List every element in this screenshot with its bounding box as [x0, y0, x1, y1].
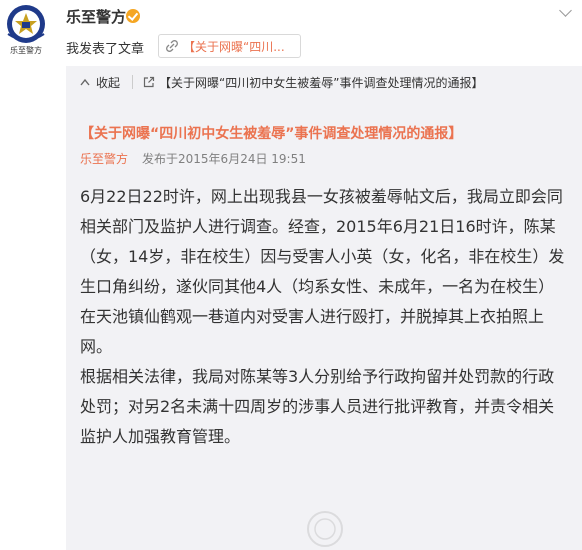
article-line: 处罚；对另2名未满十四周岁的涉事人员进行批评教育，并责令相关 — [80, 397, 555, 416]
article-line: 监护人加强教育管理。 — [80, 427, 241, 446]
external-link-icon — [143, 76, 155, 88]
article-line: 生口角纠纷，遂伙同其他4人（均系女性、未成年，一名为在校生） — [80, 277, 555, 296]
card-toolbar: 收起 【关于网曝“四川初中女生被羞辱”事件调查处理情况的通报】 — [66, 66, 582, 98]
article-card: 收起 【关于网曝“四川初中女生被羞辱”事件调查处理情况的通报】 【关于网曝“四川… — [66, 66, 582, 550]
article-line: （女，14岁，非在校生）因与受害人小英（女，化名，非在校生）发 — [80, 247, 565, 266]
article-author[interactable]: 乐至警方 — [80, 152, 128, 166]
post-action-text: 我发表了文章 — [66, 42, 145, 57]
toolbar-divider — [132, 75, 134, 89]
article-link-chip[interactable]: 【关于网曝“四川... — [158, 34, 301, 58]
article-link-label: 【关于网曝“四川... — [183, 39, 285, 54]
article-text: 6月22日22时许，网上出现我县一女孩被羞辱帖文后，我局立即会同 相关部门及监护… — [80, 182, 576, 452]
article-line: 6月22日22时许，网上出现我县一女孩被羞辱帖文后，我局立即会同 — [80, 187, 563, 206]
chevron-up-icon — [80, 78, 90, 86]
watermark-emblem-icon — [307, 511, 343, 547]
chevron-down-icon[interactable] — [558, 4, 574, 16]
article-title[interactable]: 【关于网曝“四川初中女生被羞辱”事件调查处理情况的通报】 — [80, 123, 462, 143]
card-title-link[interactable]: 【关于网曝“四川初中女生被羞辱”事件调查处理情况的通报】 — [159, 74, 483, 91]
verified-badge-icon — [126, 9, 140, 23]
collapse-button[interactable]: 收起 — [80, 74, 120, 91]
article-publish-date: 发布于2015年6月24日 19:51 — [142, 152, 306, 166]
article-meta: 乐至警方 发布于2015年6月24日 19:51 — [80, 150, 306, 167]
collapse-label: 收起 — [96, 75, 121, 90]
link-icon — [166, 40, 178, 52]
article-line: 相关部门及监护人进行调查。经查，2015年6月21日16时许，陈某 — [80, 217, 556, 236]
police-emblem-avatar[interactable]: 乐至警方 — [0, 0, 52, 56]
account-name[interactable]: 乐至警方 — [66, 6, 126, 27]
avatar-caption: 乐至警方 — [10, 45, 42, 55]
article-line: 网。 — [80, 337, 113, 356]
article-line: 根据相关法律，我局对陈某等3人分别给予行政拘留并处罚款的行政 — [80, 367, 555, 386]
article-line: 在天池镇仙鹤观一巷道内对受害人进行殴打，并脱掉其上衣拍照上 — [80, 307, 545, 326]
